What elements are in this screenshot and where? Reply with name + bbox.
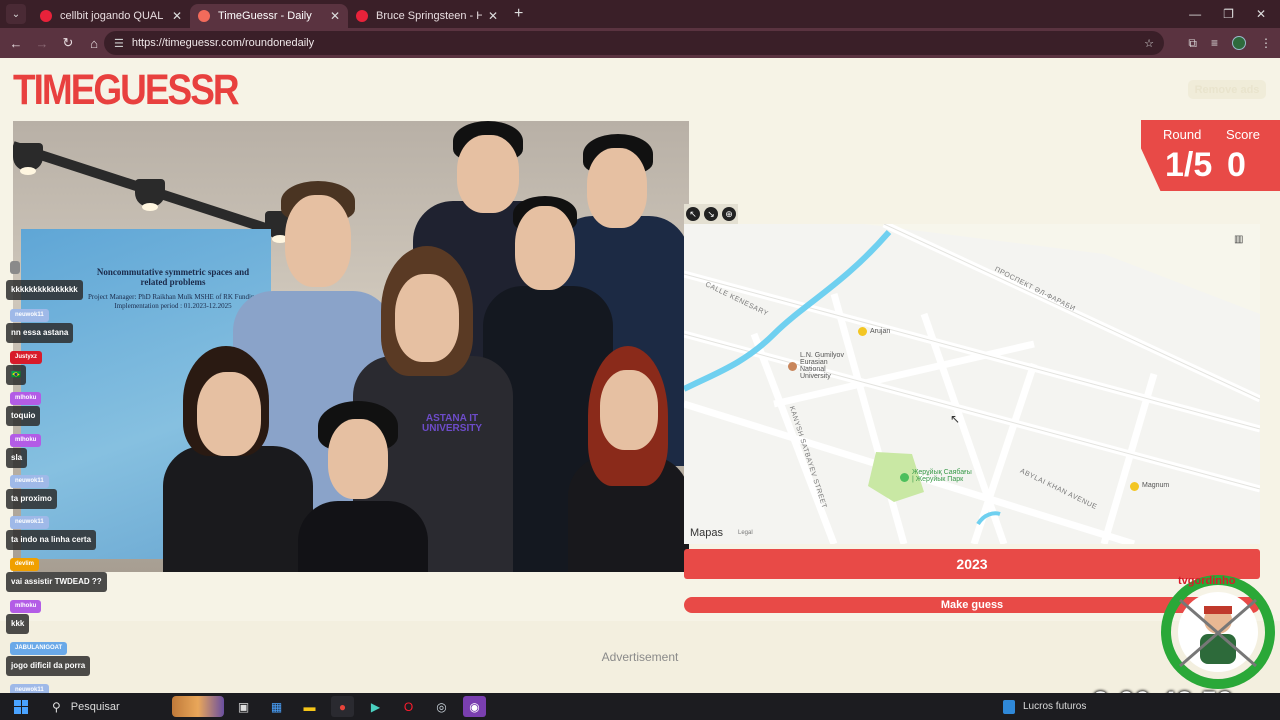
chat-message: neuwok11 ta indo na linha certa — [6, 510, 97, 550]
search-icon[interactable]: ⚲ — [52, 700, 61, 714]
news-widget[interactable]: Lucros futuros — [1003, 693, 1086, 720]
file-explorer-icon[interactable]: ▬ — [298, 696, 321, 717]
youtube-icon — [40, 10, 52, 22]
arujan-marker-icon[interactable] — [858, 327, 867, 336]
bookmark-star-icon[interactable]: ☆ — [1144, 37, 1154, 50]
chat-message: JABULANIGOAT jogo dificil da porra — [6, 636, 91, 676]
window-controls: — ❐ ✕ — [1189, 0, 1280, 28]
score-value: 0 — [1227, 146, 1246, 184]
chat-message: neuwok11 ta proximo — [6, 469, 57, 509]
taskbar-search[interactable]: Pesquisar — [71, 701, 120, 713]
park-marker-icon[interactable] — [900, 473, 909, 482]
tab-title: TimeGuessr - Daily — [218, 10, 312, 22]
tab-search-button[interactable]: ⌄ — [6, 4, 26, 24]
new-tab-icon[interactable]: + — [514, 5, 523, 23]
chat-message: mlhoku sla — [6, 428, 42, 468]
advertisement-label: Advertisement — [601, 650, 679, 664]
chrome-icon[interactable]: ● — [331, 696, 354, 717]
map-legal-link[interactable]: Legal — [738, 530, 753, 536]
obs-icon[interactable]: ◉ — [463, 696, 486, 717]
pin-icon[interactable]: ⊕ — [722, 207, 736, 221]
url-field[interactable]: ☰ https://timeguessr.com/roundonedaily ☆ — [104, 31, 1164, 55]
map-label-university: L.N. Gumilyov Eurasian National Universi… — [800, 352, 844, 380]
map-label-park: Жерұйық Саябағы | Жеруйык Парк — [912, 469, 972, 483]
map-brand: Mapas — [690, 527, 724, 539]
round-value: 1/5 — [1165, 146, 1213, 184]
search-highlight-image[interactable] — [172, 696, 224, 717]
tab-youtube-cellbit[interactable]: cellbit jogando QUAL O MAIS P ✕ — [32, 4, 190, 28]
expand-icon[interactable]: ↖ — [686, 207, 700, 221]
mouse-cursor-icon: ↖ — [950, 412, 961, 426]
ceiling-lamp — [13, 143, 43, 175]
task-view-icon[interactable]: ▣ — [232, 696, 255, 717]
home-icon[interactable]: ⌂ — [82, 36, 106, 51]
chat-message: devlim vai assistir TWDEAD ?? — [6, 552, 107, 592]
magnum-marker-icon[interactable] — [1130, 482, 1139, 491]
tab-strip: ⌄ cellbit jogando QUAL O MAIS P ✕ TimeGu… — [0, 0, 1280, 28]
store-icon[interactable]: ▦ — [265, 696, 288, 717]
chat-message: mlhoku kkk — [6, 594, 42, 634]
timeguessr-logo[interactable]: TIMEGUESSR — [13, 66, 240, 114]
restore-icon[interactable]: ❐ — [1223, 7, 1234, 21]
university-marker-icon[interactable] — [788, 362, 797, 371]
close-tab-icon[interactable]: ✕ — [330, 9, 340, 23]
profile-avatar[interactable] — [1232, 36, 1246, 50]
guess-map[interactable]: L.N. Gumilyov Eurasian National Universi… — [684, 224, 1260, 544]
reload-icon[interactable]: ↻ — [56, 35, 80, 51]
close-window-icon[interactable]: ✕ — [1256, 7, 1266, 21]
tab-timeguessr[interactable]: TimeGuessr - Daily ✕ — [190, 4, 348, 28]
site-info-icon[interactable]: ☰ — [114, 37, 124, 50]
windows-start-icon[interactable] — [14, 699, 28, 714]
tab-title: cellbit jogando QUAL O MAIS P — [60, 10, 166, 22]
minimize-icon[interactable]: — — [1189, 7, 1201, 21]
map-streets — [684, 224, 1260, 544]
close-tab-icon[interactable]: ✕ — [488, 9, 498, 23]
year-selector[interactable]: 2023 — [684, 549, 1260, 579]
chat-message: neuwok11 nn essa astana — [6, 303, 74, 343]
tab-youtube-springsteen[interactable]: Bruce Springsteen - Hungry He ✕ — [348, 4, 506, 28]
tab-title: Bruce Springsteen - Hungry He — [376, 10, 482, 22]
extensions-icon[interactable]: ⧉ — [1188, 36, 1197, 51]
youtube-icon — [356, 10, 368, 22]
ceiling-lamp — [135, 179, 165, 211]
map-label-magnum: Magnum — [1142, 482, 1170, 489]
person — [163, 346, 313, 572]
url-text: https://timeguessr.com/roundonedaily — [131, 37, 315, 49]
shrink-icon[interactable]: ↘ — [704, 207, 718, 221]
chat-message: kkkkkkkkkkkkkkk — [6, 261, 83, 300]
remove-ads-button[interactable]: Remove ads — [1188, 80, 1266, 99]
map-resize-controls: ↖ ↘ ⊕ — [684, 204, 738, 224]
timeguessr-icon — [198, 10, 210, 22]
map-label-arujan: Arujan — [870, 328, 891, 335]
close-tab-icon[interactable]: ✕ — [172, 9, 182, 23]
hoodie-logo: ASTANA IT UNIVERSITY — [422, 413, 483, 434]
streamer-badge — [1161, 575, 1275, 689]
back-icon[interactable]: ← — [4, 36, 28, 51]
news-icon — [1003, 699, 1015, 714]
badge-text: tvgordinho — [1178, 575, 1236, 587]
map-layers-icon[interactable]: ▥ — [1234, 234, 1243, 245]
app-icon[interactable]: ▶ — [364, 696, 387, 717]
steam-icon[interactable]: ◎ — [430, 696, 453, 717]
round-photo: Noncommutative symmetric spaces and rela… — [13, 121, 689, 572]
address-toolbar: ← → ↻ ⌂ ☰ https://timeguessr.com/roundon… — [0, 28, 1280, 58]
taskbar-apps: ▣ ▦ ▬ ● ▶ O ◎ ◉ — [232, 693, 486, 720]
media-controls-icon[interactable]: ≡ — [1211, 36, 1218, 50]
round-label: Round — [1163, 127, 1202, 142]
menu-kebab-icon[interactable]: ⋮ — [1260, 36, 1272, 50]
person — [568, 346, 689, 572]
person — [298, 401, 428, 572]
chat-message: mlhoku toquio — [6, 386, 42, 426]
round-score-panel: Round Score 1/5 0 — [1141, 120, 1280, 191]
opera-icon[interactable]: O — [397, 696, 420, 717]
forward-icon[interactable]: → — [30, 36, 54, 51]
score-label: Score — [1226, 127, 1260, 142]
chat-message: Justyxz 🇧🇷 — [6, 345, 43, 385]
toolbar-right: ⧉ ≡ ⋮ — [1188, 28, 1272, 58]
